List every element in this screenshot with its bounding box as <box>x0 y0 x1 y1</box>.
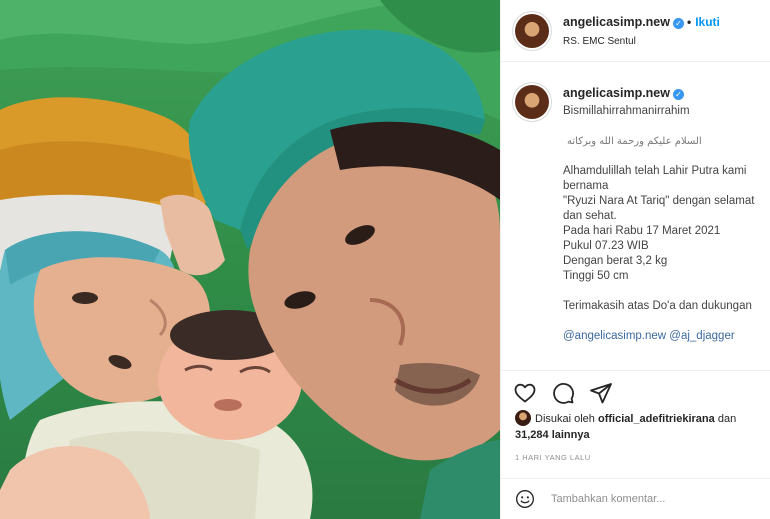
caption-line: Alhamdulillah telah Lahir Putra kami <box>563 165 747 177</box>
caption-text: Bismillahirrahmanirrahim السلام عليكم ور… <box>563 104 770 344</box>
caption-line <box>563 149 770 164</box>
comment-icon[interactable] <box>551 381 575 405</box>
caption-line: "Ryuzi Nara At Tariq" dengan selamat <box>563 195 755 207</box>
follow-label[interactable]: Ikuti <box>695 15 720 29</box>
post-location[interactable]: RS. EMC Sentul <box>563 36 636 47</box>
caption-line <box>563 284 770 299</box>
likes-count[interactable]: 31,284 lainnya <box>515 429 590 441</box>
post-side-panel: angelicasimp.new ✓ • Ikuti RS. EMC Sentul … <box>500 0 770 519</box>
comment-bar <box>501 478 770 519</box>
caption-mentions[interactable]: @angelicasimp.new @aj_djagger <box>563 329 770 344</box>
author-username-text[interactable]: angelicasimp.new <box>563 15 670 29</box>
caption-username-text[interactable]: angelicasimp.new <box>563 86 670 100</box>
paper-plane-icon[interactable] <box>589 381 613 405</box>
caption-section: angelicasimp.new ✓ Bismillahirrahmanirrah… <box>501 63 770 369</box>
caption-line: Terimakasih atas Do'a dan dukungan <box>563 300 752 312</box>
caption-line-arabic: السلام عليكم ورحمة الله وبركاته <box>567 136 702 147</box>
likes-prefix: Disukai oleh <box>535 413 595 425</box>
post-photo[interactable] <box>0 0 500 519</box>
post-actions <box>501 370 770 410</box>
caption-line <box>563 314 770 329</box>
caption-author-avatar[interactable] <box>515 85 549 119</box>
author-username[interactable]: angelicasimp.new ✓ <box>563 15 684 29</box>
caption-line: Bismillahirrahmanirrahim <box>563 105 690 117</box>
heart-icon[interactable] <box>513 381 537 405</box>
caption-line: dan sehat. <box>563 210 617 222</box>
liker-username[interactable]: official_adefitriekirana <box>598 413 715 425</box>
likes-and: dan <box>717 413 737 425</box>
follow-button[interactable]: • Ikuti <box>687 15 720 29</box>
caption-line <box>563 119 770 134</box>
caption-line: Tinggi 50 cm <box>563 270 629 282</box>
liker-avatar[interactable] <box>515 410 531 426</box>
caption-verified-badge-icon: ✓ <box>672 89 684 100</box>
caption-line: bernama <box>563 180 609 192</box>
photo-illustration <box>0 0 500 519</box>
caption-line: Pada hari Rabu 17 Maret 2021 <box>563 225 721 237</box>
caption-line: Pukul 07.23 WIB <box>563 240 649 252</box>
separator-dot: • <box>687 15 692 29</box>
verified-badge-icon: ✓ <box>672 18 684 29</box>
post-timestamp[interactable]: 1 HARI YANG LALU <box>515 453 591 462</box>
smiley-icon[interactable] <box>515 489 535 509</box>
post-header: angelicasimp.new ✓ • Ikuti RS. EMC Sentul <box>501 0 770 62</box>
comment-input[interactable] <box>551 490 751 508</box>
caption-line: Dengan berat 3,2 kg <box>563 255 668 267</box>
likes-summary: Disukai oleh official_adefitriekirana da… <box>515 410 770 443</box>
caption-author-username[interactable]: angelicasimp.new ✓ <box>563 86 684 100</box>
author-avatar[interactable] <box>515 14 549 48</box>
